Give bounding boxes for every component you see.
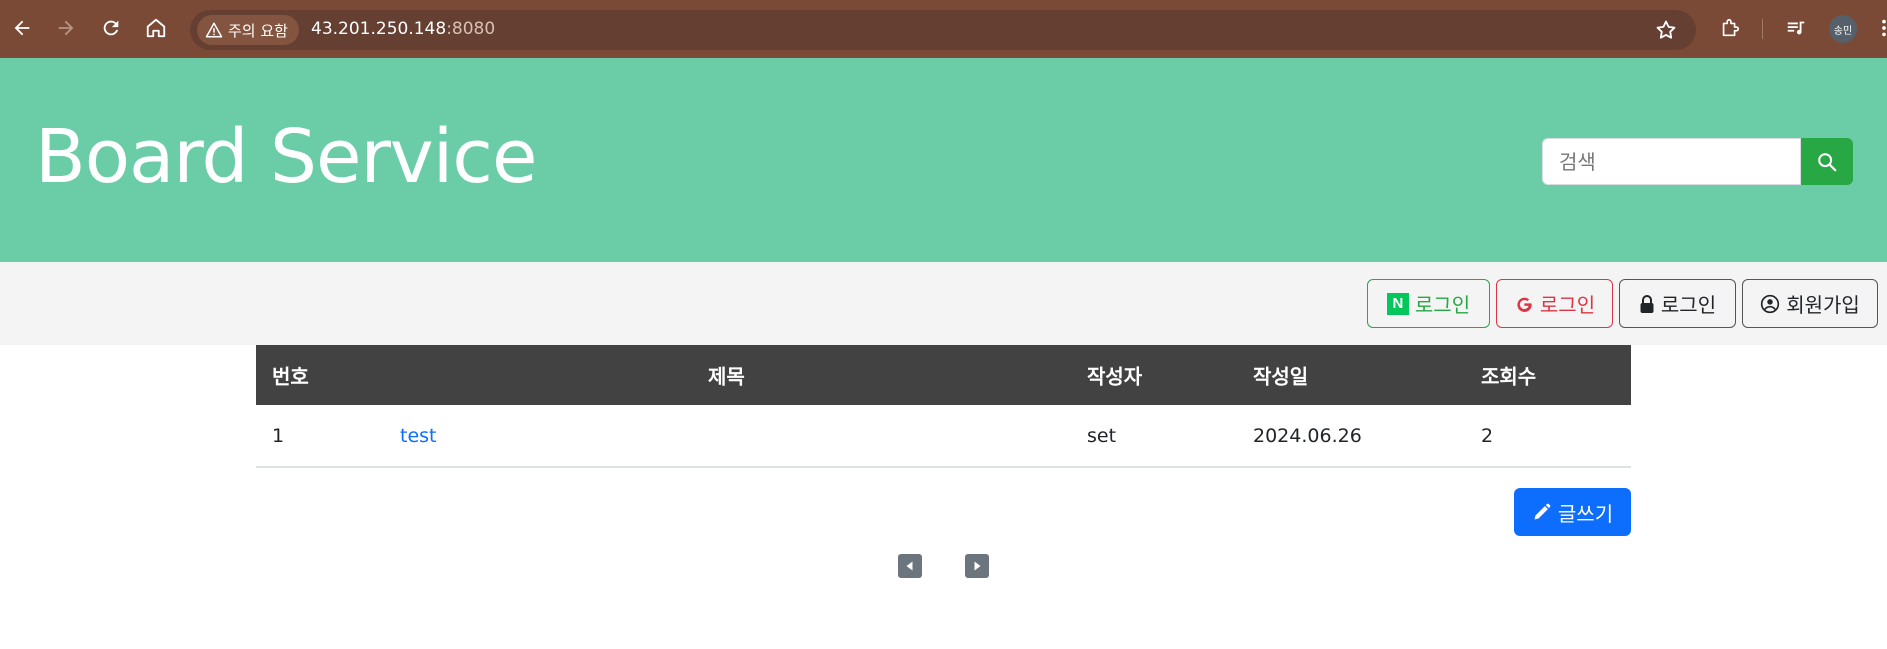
search-icon: [1818, 152, 1837, 171]
column-header-views: 조회수: [1481, 364, 1537, 389]
pencil-icon: [1534, 503, 1551, 520]
table-header: 번호 제목 작성자 작성일 조회수: [256, 345, 1631, 405]
warning-triangle-icon: [205, 22, 223, 38]
bookmark-star-icon[interactable]: [1654, 18, 1678, 42]
board-table: 번호 제목 작성자 작성일 조회수 1 test set 2024.06.26 …: [256, 345, 1631, 468]
post-number: 1: [272, 424, 285, 447]
forward-button[interactable]: [48, 10, 84, 46]
queue-music-icon: [1787, 21, 1805, 35]
next-page-button[interactable]: [965, 554, 989, 578]
search-input[interactable]: [1542, 138, 1801, 185]
caret-left-icon: [906, 561, 913, 571]
signup-button[interactable]: 회원가입: [1742, 279, 1878, 328]
lock-icon: [1640, 294, 1654, 313]
table-row: 1 test set 2024.06.26 2: [256, 405, 1631, 468]
puzzle-icon: [1722, 18, 1740, 37]
profile-avatar[interactable]: 송민: [1829, 15, 1857, 43]
browser-toolbar: 주의 요함 43.201.250.148:8080 송민: [0, 0, 1887, 58]
media-control-button[interactable]: [1778, 10, 1814, 46]
reload-icon: [103, 20, 119, 36]
post-title-link[interactable]: test: [400, 425, 437, 447]
home-icon: [146, 18, 166, 38]
auth-bar: N 로그인 로그인 로그인 회원가입: [0, 262, 1887, 345]
local-login-button[interactable]: 로그인: [1619, 279, 1736, 328]
local-login-label: 로그인: [1660, 293, 1717, 317]
column-header-date: 작성일: [1253, 364, 1309, 389]
column-header-author: 작성자: [1087, 364, 1143, 389]
arrow-left-icon: [14, 20, 30, 36]
column-header-number: 번호: [272, 364, 309, 389]
signup-label: 회원가입: [1786, 293, 1860, 317]
url-text[interactable]: 43.201.250.148:8080: [311, 19, 495, 39]
google-login-button[interactable]: 로그인: [1496, 279, 1613, 328]
write-post-button[interactable]: 글쓰기: [1514, 488, 1631, 536]
caret-right-icon: [974, 561, 981, 571]
naver-login-button[interactable]: N 로그인: [1367, 279, 1490, 328]
security-warning-label: 주의 요함: [228, 21, 288, 40]
google-icon: [1517, 297, 1532, 312]
url-host: 43.201.250.148: [311, 19, 447, 39]
site-title[interactable]: Board Service: [35, 120, 537, 194]
security-warning-chip[interactable]: 주의 요함: [197, 15, 299, 45]
naver-login-label: 로그인: [1414, 293, 1471, 317]
arrow-right-icon: [58, 20, 74, 36]
google-login-label: 로그인: [1539, 293, 1596, 317]
url-port: :8080: [446, 19, 496, 39]
extensions-button[interactable]: [1712, 10, 1748, 46]
column-header-title: 제목: [708, 364, 745, 389]
search-button[interactable]: [1801, 138, 1853, 185]
kebab-menu-icon: [1882, 19, 1886, 37]
write-post-label: 글쓰기: [1557, 501, 1614, 526]
post-views: 2: [1481, 424, 1494, 447]
toolbar-divider: [1762, 19, 1763, 39]
naver-icon: N: [1386, 292, 1409, 315]
home-button[interactable]: [138, 10, 174, 46]
reload-button[interactable]: [93, 10, 129, 46]
previous-page-button[interactable]: [898, 554, 922, 578]
browser-menu-button[interactable]: [1866, 10, 1887, 46]
user-circle-icon: [1761, 294, 1780, 313]
site-header: Board Service: [0, 58, 1887, 262]
back-button[interactable]: [4, 10, 40, 46]
post-date: 2024.06.26: [1253, 424, 1362, 447]
address-bar[interactable]: 주의 요함 43.201.250.148:8080: [190, 10, 1696, 50]
post-author: set: [1087, 424, 1117, 447]
